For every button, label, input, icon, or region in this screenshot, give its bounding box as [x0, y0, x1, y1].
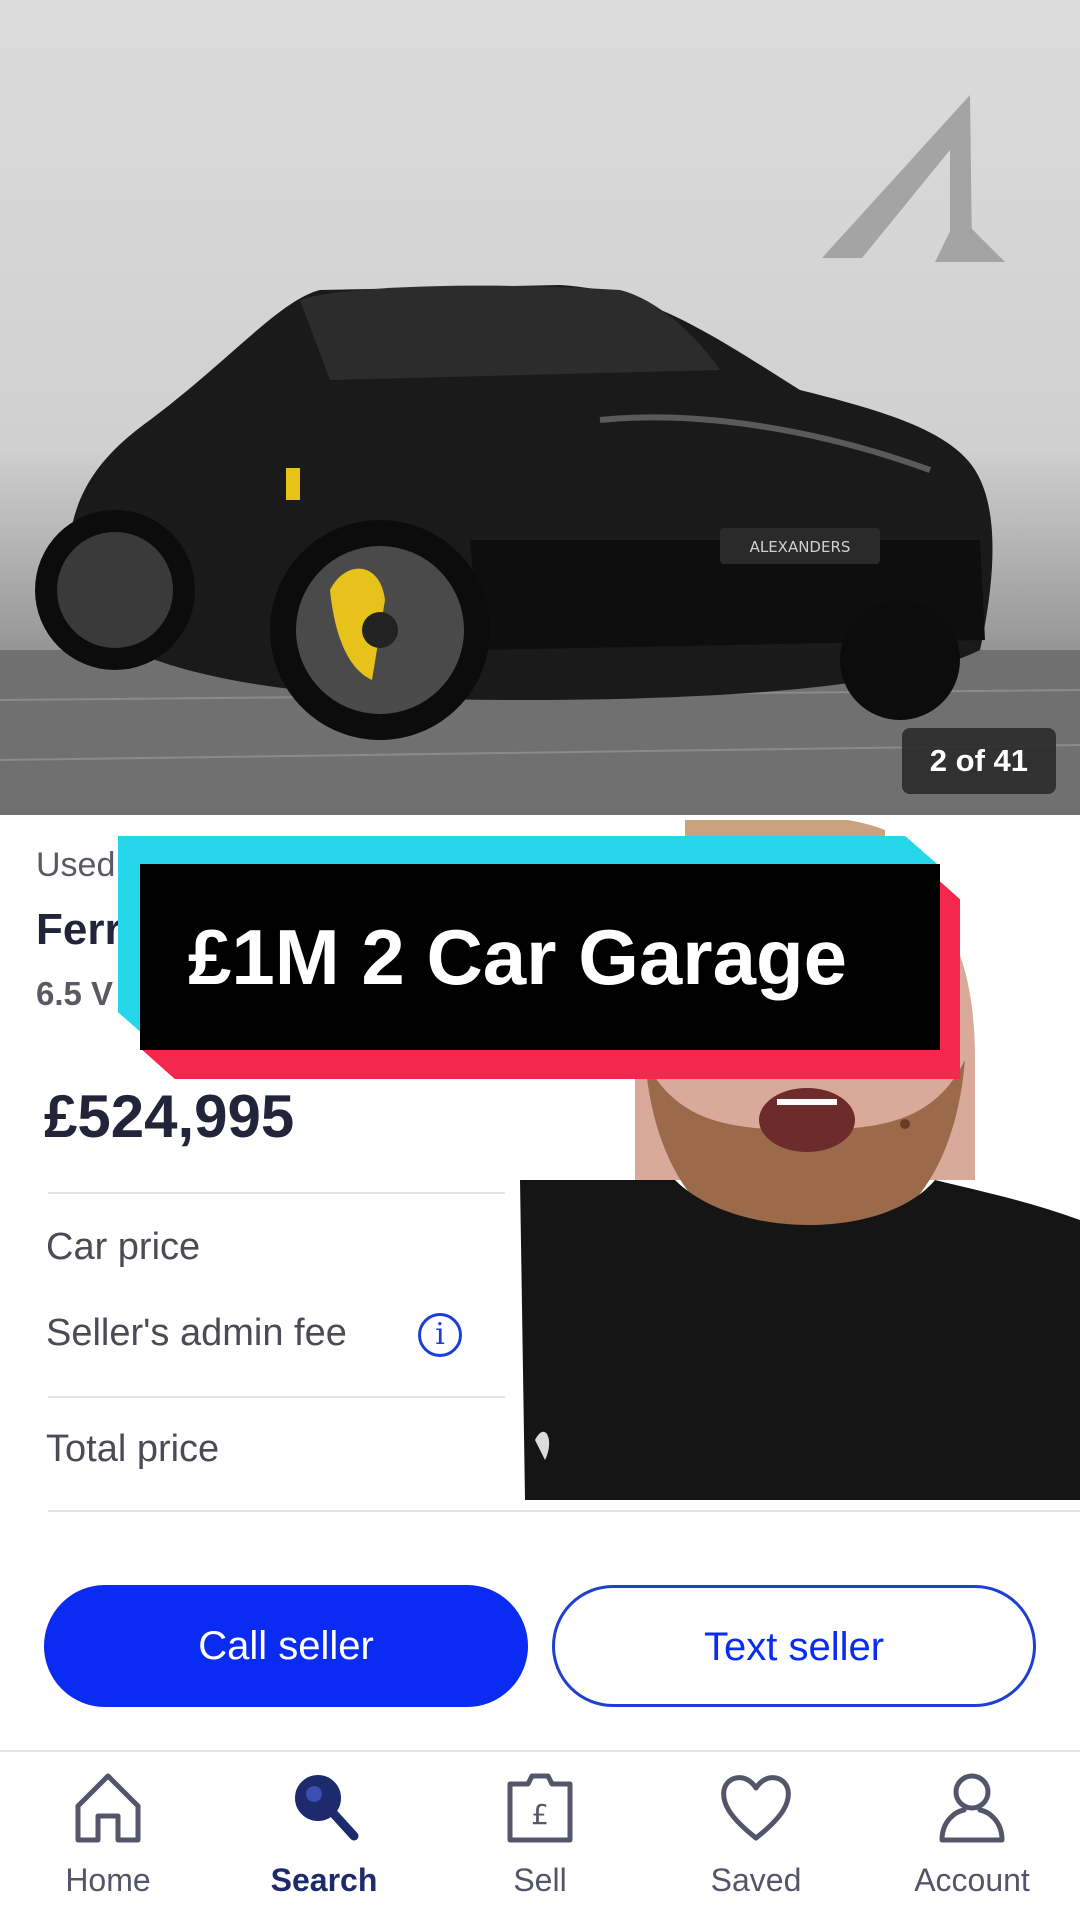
car-price-label: Car price: [46, 1226, 201, 1268]
nav-sell[interactable]: £ Sell: [432, 1752, 648, 1920]
bottom-nav: Home Search £ Sell Saved Account: [0, 1750, 1080, 1920]
home-icon: [75, 1773, 141, 1843]
total-price-label: Total price: [46, 1428, 220, 1470]
nav-account[interactable]: Account: [864, 1752, 1080, 1920]
info-icon[interactable]: i: [418, 1313, 462, 1357]
heart-icon: [721, 1775, 791, 1841]
caption-text: £1M 2 Car Garage: [140, 864, 940, 1050]
call-seller-button[interactable]: Call seller: [44, 1585, 528, 1707]
nav-label-saved: Saved: [710, 1862, 802, 1898]
divider: [48, 1396, 518, 1398]
divider: [48, 1510, 1080, 1512]
vehicle-spec: 6.5 V: [36, 975, 114, 1012]
dealer-logo-mark: [822, 95, 1005, 262]
nav-saved[interactable]: Saved: [648, 1752, 864, 1920]
car-photo-gallery[interactable]: ALEXANDERS 2 of 41: [0, 0, 1080, 815]
svg-text:£: £: [531, 1798, 549, 1831]
nav-home[interactable]: Home: [0, 1752, 216, 1920]
nav-label-sell: Sell: [513, 1862, 567, 1898]
vehicle-title: Ferr: [36, 905, 122, 954]
sell-tag-icon: £: [507, 1773, 573, 1843]
admin-fee-label: Seller's admin fee: [46, 1312, 347, 1354]
nav-label-search: Search: [270, 1862, 378, 1898]
nav-label-account: Account: [914, 1862, 1030, 1898]
car-photo: ALEXANDERS: [0, 95, 1080, 815]
svg-text:ALEXANDERS: ALEXANDERS: [750, 538, 851, 556]
account-icon: [939, 1773, 1005, 1843]
photo-counter: 2 of 41: [901, 728, 1056, 794]
text-seller-button[interactable]: Text seller: [552, 1585, 1036, 1707]
nav-search[interactable]: Search: [216, 1752, 432, 1920]
nav-label-home: Home: [65, 1862, 151, 1898]
caption-sticker: £1M 2 Car Garage: [118, 836, 960, 1079]
search-icon: [295, 1775, 359, 1841]
price-headline: £524,995: [44, 1083, 295, 1150]
condition-label: Used: [36, 846, 116, 884]
